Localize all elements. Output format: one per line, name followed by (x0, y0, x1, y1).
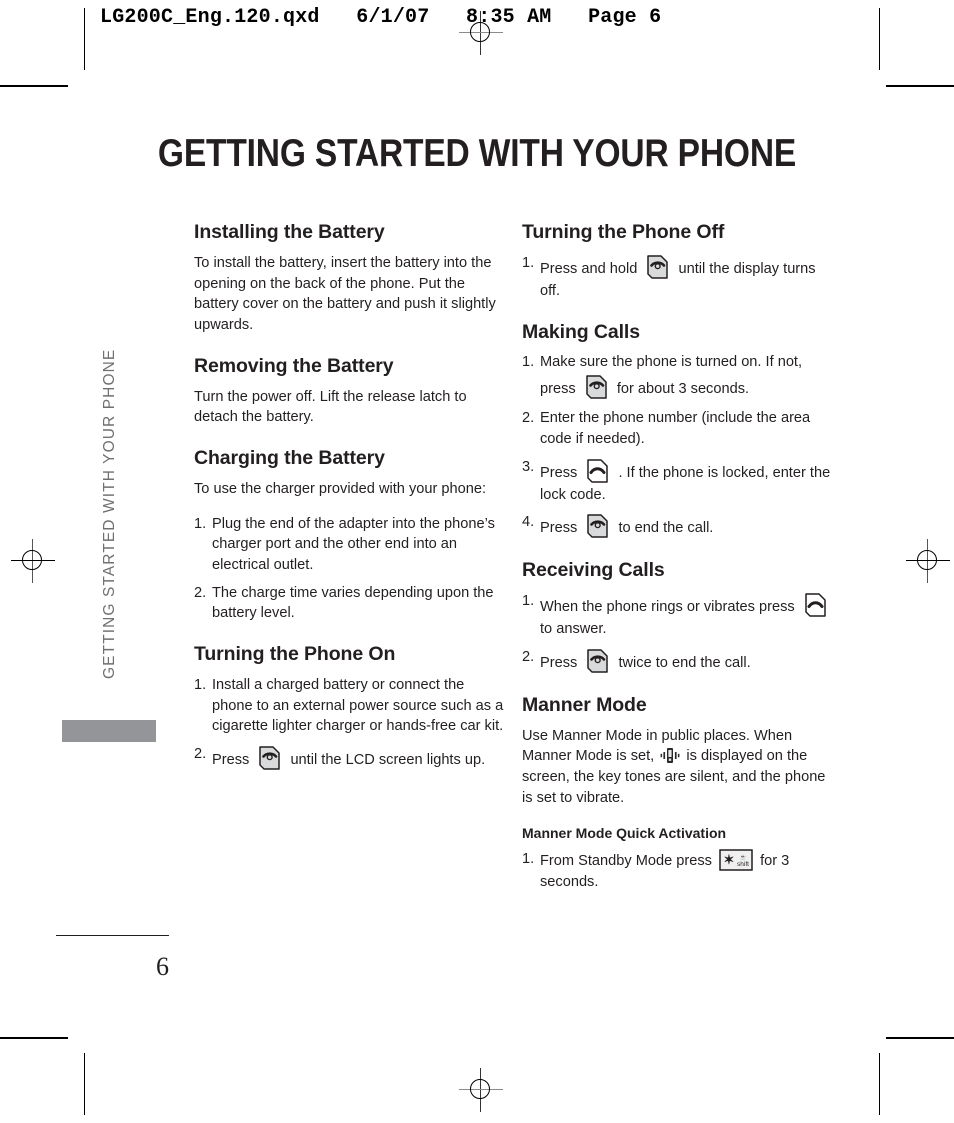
step-text-prefix: From Standby Mode press (540, 853, 712, 870)
step-text: Plug the end of the adapter into the pho… (212, 515, 495, 573)
end-call-key-icon (644, 253, 671, 281)
list-item: Press until the LCD screen lights up. (194, 744, 504, 772)
heading-manner-mode: Manner Mode (522, 693, 647, 716)
list-item: Press to end the call. (522, 512, 832, 540)
heading-removing-the-battery: Removing the Battery (194, 354, 394, 377)
heading-charging-the-battery: Charging the Battery (194, 446, 385, 469)
list-item: Install a charged battery or connect the… (194, 675, 504, 737)
step-text: Enter the phone number (include the area… (540, 410, 811, 447)
crop-mark-bottom-left-horizontal (0, 1037, 68, 1039)
svg-text:☕: ☕ (740, 853, 747, 861)
step-text: The charge time varies depending upon th… (212, 584, 494, 622)
step-text-suffix: for about 3 seconds. (616, 381, 750, 398)
list-item: From Standby Mode press ✶ ☕ shift for 3 … (522, 849, 832, 892)
step-text-prefix: Press (540, 654, 578, 671)
step-text: Install a charged battery or connect the… (212, 676, 504, 735)
paragraph-charging-the-battery: To use the charger provided with your ph… (194, 480, 487, 497)
crop-mark-top-right-horizontal (886, 85, 954, 87)
list-item: Press twice to end the call. (522, 647, 832, 675)
list-item: The charge time varies depending upon th… (194, 583, 504, 624)
list-item: Press . If the phone is locked, enter th… (522, 457, 832, 506)
side-tab-label: GETTING STARTED WITH YOUR PHONE (101, 348, 118, 679)
list-item: Press and hold until the display turns o… (522, 253, 832, 302)
list-item: Plug the end of the adapter into the pho… (194, 514, 504, 576)
step-text-prefix: Press (540, 520, 578, 537)
steps-making-calls: Make sure the phone is turned on. If not… (522, 352, 832, 540)
end-call-key-icon (584, 647, 611, 675)
list-item: Make sure the phone is turned on. If not… (522, 352, 832, 401)
right-content-column: Turning the Phone Off Press and hold unt… (522, 221, 832, 907)
paragraph-manner-mode: Use Manner Mode in public places. When M… (522, 726, 832, 809)
left-content-column: Installing the Battery To install the ba… (194, 221, 504, 786)
send-call-key-icon (802, 591, 829, 619)
step-text-prefix: Press and hold (540, 260, 638, 277)
subheading-manner-mode-quick-activation: Manner Mode Quick Activation (522, 824, 727, 841)
step-text-suffix: to end the call. (618, 520, 714, 537)
registration-mark-right (906, 539, 950, 583)
send-call-key-icon (584, 457, 611, 485)
steps-charging-the-battery: Plug the end of the adapter into the pho… (194, 514, 504, 625)
paragraph-installing-the-battery: To install the battery, insert the batte… (194, 254, 496, 333)
step-text-prefix: Press (540, 464, 578, 481)
registration-mark-left (11, 539, 55, 583)
step-text-prefix: When the phone rings or vibrates press (540, 599, 795, 616)
trim-line-left (84, 8, 85, 70)
trim-line-right (879, 8, 880, 70)
heading-turning-the-phone-off: Turning the Phone Off (522, 221, 725, 243)
page-title: GETTING STARTED WITH YOUR PHONE (157, 132, 797, 175)
svg-text:shift: shift (737, 861, 749, 868)
step-text-suffix: until the LCD screen lights up. (290, 752, 486, 769)
step-text-suffix: twice to end the call. (618, 654, 751, 671)
footer-rule (56, 935, 169, 936)
trim-line-right-bottom (879, 1053, 880, 1115)
heading-installing-the-battery: Installing the Battery (194, 221, 385, 243)
paragraph-removing-the-battery: Turn the power off. Lift the release lat… (194, 388, 467, 426)
steps-receiving-calls: When the phone rings or vibrates press t… (522, 591, 832, 675)
crop-mark-top-left-horizontal (0, 85, 68, 87)
steps-turning-the-phone-on: Install a charged battery or connect the… (194, 675, 504, 772)
heading-turning-the-phone-on: Turning the Phone On (194, 643, 396, 666)
end-call-key-icon (256, 744, 283, 772)
trim-line-left-bottom (84, 1053, 85, 1115)
step-text-suffix: to answer. (540, 621, 607, 638)
list-item: Enter the phone number (include the area… (522, 408, 832, 449)
page-number: 6 (156, 952, 169, 981)
end-call-key-icon (584, 512, 611, 540)
steps-turning-the-phone-off: Press and hold until the display turns o… (522, 253, 832, 302)
svg-text:✶: ✶ (724, 852, 735, 867)
vibrate-mode-icon (660, 747, 680, 764)
file-slug-header: LG200C_Eng.120.qxd 6/1/07 8:35 AM Page 6 (100, 6, 662, 29)
registration-mark-bottom (459, 1068, 503, 1112)
star-shift-key-icon: ✶ ☕ shift (719, 849, 753, 872)
list-item: When the phone rings or vibrates press t… (522, 591, 832, 640)
step-text-prefix: Press (212, 752, 250, 769)
heading-receiving-calls: Receiving Calls (522, 559, 665, 582)
crop-mark-bottom-right-horizontal (886, 1037, 954, 1039)
end-call-key-icon (583, 373, 610, 401)
steps-manner-mode-quick-activation: From Standby Mode press ✶ ☕ shift for 3 … (522, 849, 832, 892)
side-tab-block (62, 720, 156, 742)
heading-making-calls: Making Calls (522, 320, 640, 343)
